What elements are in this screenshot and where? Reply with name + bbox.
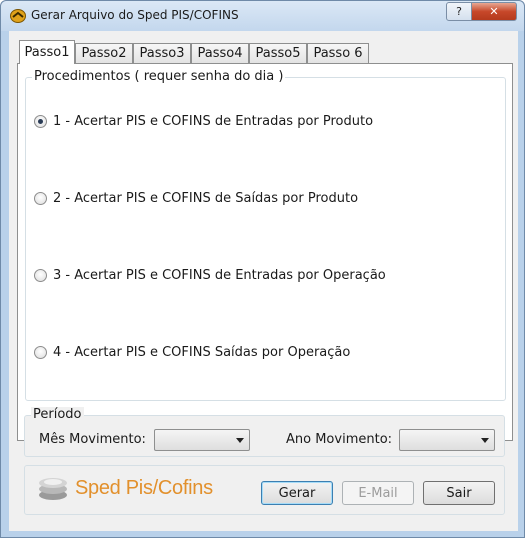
sped-logo-text: Sped Pis/Cofins: [75, 476, 213, 499]
tab-passo3[interactable]: Passo3: [133, 43, 191, 63]
radio-label: 2 - Acertar PIS e COFINS de Saídas por P…: [53, 191, 359, 206]
window-title: Gerar Arquivo do Sped PIS/COFINS: [31, 8, 239, 22]
radio-label: 3 - Acertar PIS e COFINS de Entradas por…: [53, 268, 386, 283]
radio-button-checked[interactable]: [34, 115, 47, 128]
tab-passo2[interactable]: Passo2: [75, 43, 133, 63]
gerar-button[interactable]: Gerar: [261, 481, 333, 505]
procedimentos-legend: Procedimentos ( requer senha do dia ): [32, 69, 286, 84]
tab-panel-passo1: Procedimentos ( requer senha do dia ) 1 …: [17, 63, 513, 441]
dialog-body: Passo1 Passo2 Passo3 Passo4 Passo5 Passo…: [9, 31, 518, 531]
radio-label: 1 - Acertar PIS e COFINS de Entradas por…: [53, 114, 374, 129]
radio-option-4[interactable]: 4 - Acertar PIS e COFINS Saídas por Oper…: [34, 345, 350, 360]
mes-movimento-select[interactable]: [154, 429, 250, 451]
close-button[interactable]: ✕: [471, 2, 517, 21]
sair-button[interactable]: Sair: [423, 481, 495, 505]
tab-passo5[interactable]: Passo5: [249, 43, 307, 63]
tab-passo1[interactable]: Passo1: [19, 40, 75, 64]
ano-movimento-select[interactable]: [399, 429, 495, 451]
tab-passo6[interactable]: Passo 6: [307, 43, 369, 63]
radio-label: 4 - Acertar PIS e COFINS Saídas por Oper…: [53, 345, 351, 360]
radio-button[interactable]: [34, 269, 47, 282]
sped-logo-mark-icon: [39, 478, 67, 500]
chevron-down-icon: [481, 438, 489, 443]
title-bar[interactable]: Gerar Arquivo do Sped PIS/COFINS ? ✕: [1, 1, 524, 31]
radio-option-3[interactable]: 3 - Acertar PIS e COFINS de Entradas por…: [34, 268, 386, 283]
help-button[interactable]: ?: [446, 2, 472, 21]
app-icon: [10, 9, 26, 23]
chevron-down-icon: [236, 438, 244, 443]
periodo-legend: Período: [31, 407, 84, 422]
mes-movimento-label: Mês Movimento:: [39, 432, 146, 447]
ano-movimento-label: Ano Movimento:: [286, 432, 393, 447]
radio-button[interactable]: [34, 192, 47, 205]
footer-group: Sped Pis/Cofins Gerar E-Mail Sair: [24, 465, 505, 515]
periodo-group: Período Mês Movimento: Ano Movimento:: [24, 407, 505, 457]
tab-passo4[interactable]: Passo4: [191, 43, 249, 63]
procedimentos-group: Procedimentos ( requer senha do dia ) 1 …: [25, 69, 506, 401]
radio-option-2[interactable]: 2 - Acertar PIS e COFINS de Saídas por P…: [34, 191, 358, 206]
radio-button[interactable]: [34, 346, 47, 359]
radio-option-1[interactable]: 1 - Acertar PIS e COFINS de Entradas por…: [34, 114, 373, 129]
email-button[interactable]: E-Mail: [342, 481, 414, 505]
sped-logo: Sped Pis/Cofins: [35, 470, 231, 506]
dialog-window: Gerar Arquivo do Sped PIS/COFINS ? ✕ Pas…: [0, 0, 525, 538]
